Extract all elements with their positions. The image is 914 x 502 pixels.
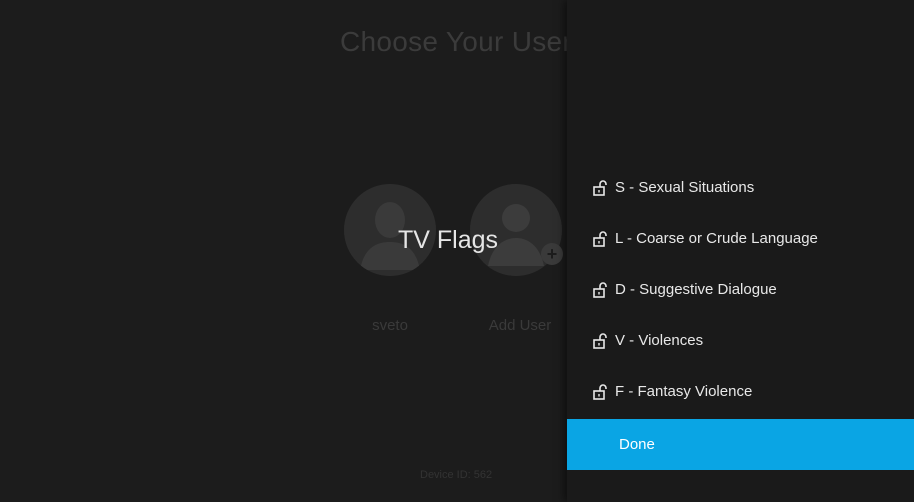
flag-item-suggestive-dialogue[interactable]: D - Suggestive Dialogue xyxy=(567,264,914,315)
flag-label: S - Sexual Situations xyxy=(615,179,755,196)
flag-item-coarse-language[interactable]: L - Coarse or Crude Language xyxy=(567,213,914,264)
unlocked-lock-icon xyxy=(593,179,607,196)
user-label-add-user: Add User xyxy=(488,317,552,334)
flag-item-sexual-situations[interactable]: S - Sexual Situations xyxy=(567,162,914,213)
unlocked-lock-icon xyxy=(593,332,607,349)
flag-label: L - Coarse or Crude Language xyxy=(615,230,818,247)
unlocked-lock-icon xyxy=(593,383,607,400)
flag-label: D - Suggestive Dialogue xyxy=(615,281,777,298)
dialog-title: TV Flags xyxy=(398,226,499,254)
tv-flags-screen: Choose Your User + sveto Add User Device… xyxy=(0,0,914,502)
add-plus-icon: + xyxy=(541,243,563,265)
user-label-sveto: sveto xyxy=(372,317,408,334)
done-button[interactable]: Done xyxy=(567,419,914,470)
unlocked-lock-icon xyxy=(593,230,607,247)
flag-label: V - Violences xyxy=(615,332,704,349)
flags-menu: S - Sexual Situations L - Coarse or Crud… xyxy=(567,162,914,417)
tv-flags-panel: S - Sexual Situations L - Coarse or Crud… xyxy=(567,0,914,502)
flag-item-violences[interactable]: V - Violences xyxy=(567,315,914,366)
unlocked-lock-icon xyxy=(593,281,607,298)
flag-item-fantasy-violence[interactable]: F - Fantasy Violence xyxy=(567,366,914,417)
choose-user-title: Choose Your User xyxy=(340,26,573,57)
device-id: Device ID: 562 xyxy=(420,469,493,481)
flag-label: F - Fantasy Violence xyxy=(615,383,753,400)
